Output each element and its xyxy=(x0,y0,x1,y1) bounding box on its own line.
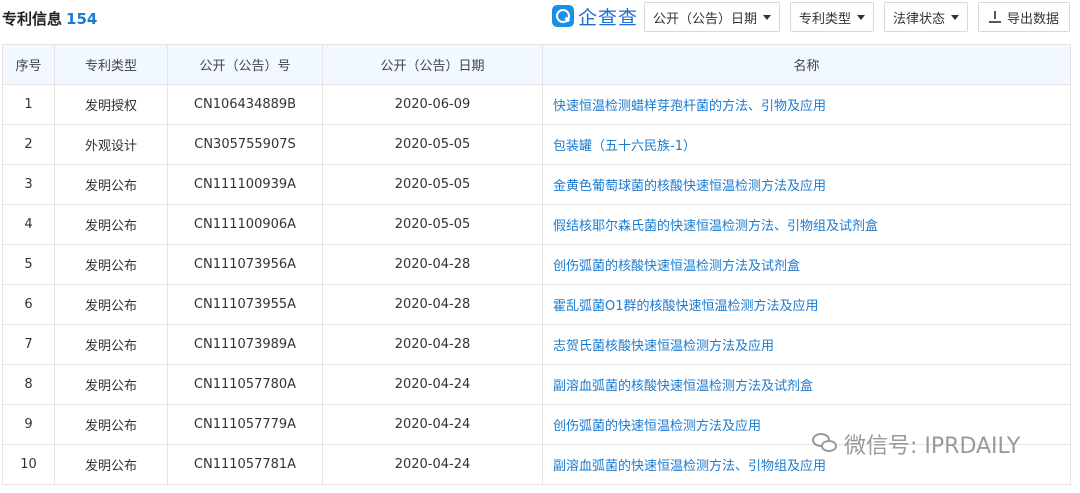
watermark-text: 微信号: IPRDAILY xyxy=(844,434,1021,459)
patent-name-link[interactable]: 志贺氏菌核酸快速恒温检测方法及应用 xyxy=(542,324,1071,365)
patent-name-link[interactable]: 金黄色葡萄球菌的核酸快速恒温检测方法及应用 xyxy=(542,164,1071,205)
column-header-name: 名称 xyxy=(542,44,1071,85)
cell-type: 发明公布 xyxy=(54,444,168,485)
wechat-watermark: 微信号: IPRDAILY xyxy=(812,428,1020,460)
export-label: 导出数据 xyxy=(1006,11,1059,27)
type-filter-button[interactable]: 专利类型 xyxy=(790,2,874,32)
cell-no: 7 xyxy=(2,324,55,365)
cell-type: 发明公布 xyxy=(54,244,168,285)
patent-name-link[interactable]: 包装罐（五十六民族-1） xyxy=(542,124,1071,165)
cell-date: 2020-04-28 xyxy=(322,324,543,365)
wechat-icon xyxy=(812,433,838,455)
table-row: 3 发明公布 CN111100939A 2020-05-05 金黄色葡萄球菌的核… xyxy=(2,164,1071,205)
status-filter-label: 法律状态 xyxy=(892,11,945,27)
logo-icon xyxy=(552,5,574,27)
column-header-type: 专利类型 xyxy=(54,44,168,85)
column-header-no: 序号 xyxy=(2,44,55,85)
column-header-number: 公开（公告）号 xyxy=(167,44,323,85)
table-row: 4 发明公布 CN111100906A 2020-05-05 假结核耶尔森氏菌的… xyxy=(2,204,1071,245)
cell-no: 10 xyxy=(2,444,55,485)
cell-no: 2 xyxy=(2,124,55,165)
chevron-down-icon xyxy=(763,14,771,20)
patent-name-link[interactable]: 快速恒温检测蜡样芽孢杆菌的方法、引物及应用 xyxy=(542,84,1071,125)
cell-no: 3 xyxy=(2,164,55,205)
cell-date: 2020-06-09 xyxy=(322,84,543,125)
cell-date: 2020-04-24 xyxy=(322,444,543,485)
date-filter-button[interactable]: 公开（公告）日期 xyxy=(644,2,780,32)
cell-number: CN111100939A xyxy=(167,164,323,205)
cell-number: CN111057779A xyxy=(167,404,323,445)
table-header-row: 序号 专利类型 公开（公告）号 公开（公告）日期 名称 xyxy=(2,44,1071,85)
table-row: 6 发明公布 CN111073955A 2020-04-28 霍乱弧菌O1群的核… xyxy=(2,284,1071,325)
patent-count: 154 xyxy=(66,10,98,28)
download-icon xyxy=(988,11,1001,23)
status-filter-button[interactable]: 法律状态 xyxy=(884,2,968,32)
cell-type: 发明公布 xyxy=(54,324,168,365)
date-filter-label: 公开（公告）日期 xyxy=(652,11,757,27)
table-row: 8 发明公布 CN111057780A 2020-04-24 副溶血弧菌的核酸快… xyxy=(2,364,1071,405)
cell-number: CN111057781A xyxy=(167,444,323,485)
cell-type: 发明公布 xyxy=(54,404,168,445)
cell-number: CN111073955A xyxy=(167,284,323,325)
cell-date: 2020-05-05 xyxy=(322,204,543,245)
chevron-down-icon xyxy=(857,14,865,20)
patent-table: 序号 专利类型 公开（公告）号 公开（公告）日期 名称 1 发明授权 CN106… xyxy=(2,44,1071,485)
qichacha-logo: 企查查 xyxy=(552,4,639,29)
table-row: 7 发明公布 CN111073989A 2020-04-28 志贺氏菌核酸快速恒… xyxy=(2,324,1071,365)
cell-number: CN305755907S xyxy=(167,124,323,165)
cell-type: 发明公布 xyxy=(54,364,168,405)
cell-type: 发明公布 xyxy=(54,284,168,325)
cell-no: 6 xyxy=(2,284,55,325)
cell-date: 2020-04-24 xyxy=(322,404,543,445)
cell-number: CN111057780A xyxy=(167,364,323,405)
patent-name-link[interactable]: 霍乱弧菌O1群的核酸快速恒温检测方法及应用 xyxy=(542,284,1071,325)
cell-type: 发明公布 xyxy=(54,204,168,245)
cell-date: 2020-04-28 xyxy=(322,284,543,325)
patent-name-link[interactable]: 副溶血弧菌的核酸快速恒温检测方法及试剂盒 xyxy=(542,364,1071,405)
table-row: 5 发明公布 CN111073956A 2020-04-28 创伤弧菌的核酸快速… xyxy=(2,244,1071,285)
cell-no: 5 xyxy=(2,244,55,285)
cell-number: CN106434889B xyxy=(167,84,323,125)
cell-date: 2020-05-05 xyxy=(322,164,543,205)
patent-name-link[interactable]: 创伤弧菌的核酸快速恒温检测方法及试剂盒 xyxy=(542,244,1071,285)
section-title-text: 专利信息 xyxy=(2,10,63,28)
logo-text: 企查查 xyxy=(578,6,639,29)
cell-type: 外观设计 xyxy=(54,124,168,165)
cell-date: 2020-04-24 xyxy=(322,364,543,405)
type-filter-label: 专利类型 xyxy=(798,11,851,27)
cell-no: 1 xyxy=(2,84,55,125)
table-row: 2 外观设计 CN305755907S 2020-05-05 包装罐（五十六民族… xyxy=(2,124,1071,165)
page-header: 专利信息 154 企查查 公开（公告）日期 专利类型 法律状态 导出数据 xyxy=(0,0,1080,36)
export-button[interactable]: 导出数据 xyxy=(978,2,1070,32)
section-title: 专利信息 154 xyxy=(2,8,97,29)
column-header-date: 公开（公告）日期 xyxy=(322,44,543,85)
patent-name-link[interactable]: 假结核耶尔森氏菌的快速恒温检测方法、引物组及试剂盒 xyxy=(542,204,1071,245)
chevron-down-icon xyxy=(951,14,959,20)
cell-no: 4 xyxy=(2,204,55,245)
cell-type: 发明授权 xyxy=(54,84,168,125)
table-row: 1 发明授权 CN106434889B 2020-06-09 快速恒温检测蜡样芽… xyxy=(2,84,1071,125)
cell-date: 2020-04-28 xyxy=(322,244,543,285)
cell-number: CN111100906A xyxy=(167,204,323,245)
cell-no: 9 xyxy=(2,404,55,445)
cell-date: 2020-05-05 xyxy=(322,124,543,165)
cell-number: CN111073989A xyxy=(167,324,323,365)
cell-type: 发明公布 xyxy=(54,164,168,205)
cell-number: CN111073956A xyxy=(167,244,323,285)
cell-no: 8 xyxy=(2,364,55,405)
